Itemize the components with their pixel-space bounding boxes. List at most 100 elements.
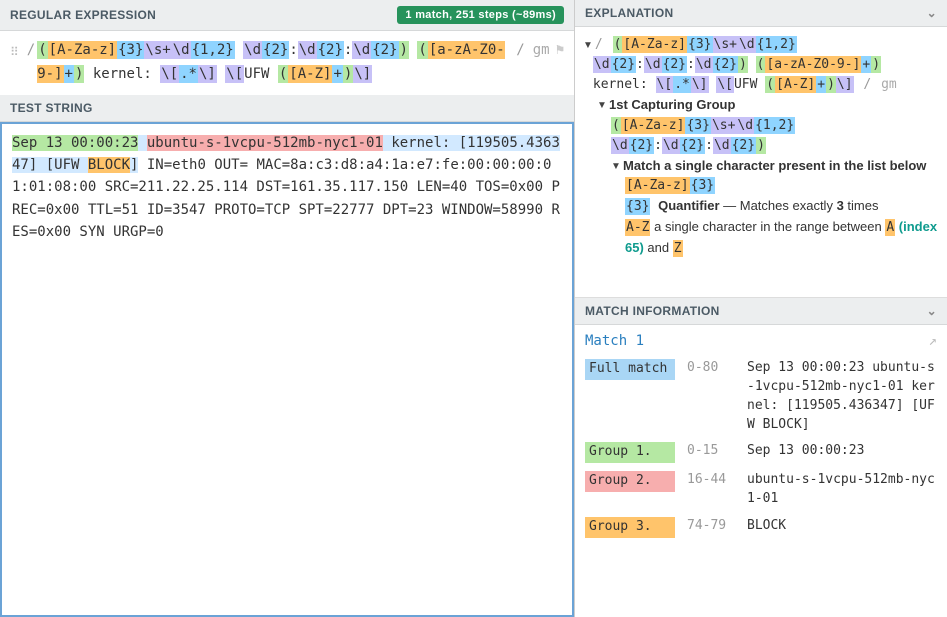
export-icon[interactable]: ↗ — [929, 333, 937, 349]
match-range: 0-80 — [687, 359, 735, 378]
right-panel: EXPLANATION ⌄ ▼ / ([A-Za-z]{3}\s+\d{1,2}… — [575, 0, 947, 617]
explanation-charclass-pattern: [A-Za-z]{3} — [583, 176, 939, 196]
regex-token: \d — [713, 137, 731, 154]
explanation-range: A-Z a single character in the range betw… — [583, 217, 939, 259]
match-value: Sep 13 00:00:23 — [747, 442, 937, 461]
regex-token: \[ — [225, 65, 244, 83]
regex-token: \d — [352, 41, 371, 59]
match-label: Full match — [585, 359, 675, 380]
caret-down-icon[interactable]: ▼ — [611, 156, 623, 175]
regex-token: \d — [298, 41, 317, 59]
regex-token: {2} — [713, 56, 738, 73]
explanation-charclass-label: Match a single character present in the … — [623, 156, 926, 176]
regex-flags-wrap[interactable]: / gm ⚑ — [514, 39, 564, 63]
regex-token: {2} — [611, 56, 636, 73]
match-range: 0-15 — [687, 442, 735, 461]
explanation-quantifier: {3} Quantifier — Matches exactly 3 times — [583, 196, 939, 217]
regex-token: \d — [243, 41, 262, 59]
regex-body[interactable]: ([A-Za-z]{3}\s+\d{1,2} \d{2}:\d{2}:\d{2}… — [37, 39, 506, 87]
match-value: ubuntu-s-1vcpu-512mb-nyc1-01 — [747, 471, 937, 509]
regex-token: {3} — [685, 117, 710, 134]
regex-token: {1,2} — [756, 36, 797, 53]
regex-token: [a-zA-Z0-9-] — [765, 56, 861, 73]
flag-icon[interactable]: ⚑ — [556, 39, 564, 63]
left-panel: REGULAR EXPRESSION 1 match, 251 steps (~… — [0, 0, 575, 617]
regex-token: {2} — [731, 137, 756, 154]
regex-token: ( — [417, 41, 427, 59]
regex-token: {2} — [680, 137, 705, 154]
regex-token: : — [687, 57, 695, 72]
regex-header-label: REGULAR EXPRESSION — [10, 8, 156, 22]
matchinfo-header[interactable]: MATCH INFORMATION ⌄ — [575, 298, 947, 325]
explanation-charclass: ▼ Match a single character present in th… — [583, 156, 939, 176]
match-label: Group 1. — [585, 442, 675, 463]
regex-token: {2} — [662, 56, 687, 73]
regex-token: ( — [613, 36, 623, 53]
match-row: Group 1. 0-15 Sep 13 00:00:23 — [585, 442, 937, 463]
regex-header: REGULAR EXPRESSION 1 match, 251 steps (~… — [0, 0, 574, 31]
match-range: 74-79 — [687, 517, 735, 536]
regex-token: ( — [756, 56, 766, 73]
explanation-root: ▼ / ([A-Za-z]{3}\s+\d{1,2} \d{2}:\d{2}:\… — [583, 35, 939, 95]
regex-token: {2} — [317, 41, 344, 59]
regex-token: \d — [644, 56, 662, 73]
regex-token: {3} — [117, 41, 144, 59]
match-row: Group 2. 16-44 ubuntu-s-1vcpu-512mb-nyc1-0… — [585, 471, 937, 509]
regex-token: + — [64, 65, 74, 83]
chevron-down-icon[interactable]: ⌄ — [927, 6, 937, 20]
caret-down-icon[interactable]: ▼ — [583, 35, 593, 54]
match-row: Full match0-80Sep 13 00:00:23 ubuntu-s-1… — [585, 359, 937, 434]
regex-token: [A-Za-z] — [48, 41, 117, 59]
regex-token: {2} — [262, 41, 289, 59]
explanation-root-pattern: / ([A-Za-z]{3}\s+\d{1,2} \d{2}:\d{2}:\d{… — [593, 35, 939, 95]
match-title-row: Match 1 ↗ — [585, 333, 937, 349]
regex-token: \s+ — [713, 36, 738, 53]
regex-token: UFW — [244, 66, 278, 82]
regex-token: \d — [593, 56, 611, 73]
regex-token: ) — [826, 76, 836, 93]
regex-token: ( — [765, 76, 775, 93]
regex-token: \] — [691, 76, 709, 93]
caret-down-icon[interactable]: ▼ — [597, 95, 609, 114]
regex-token: \] — [353, 65, 372, 83]
regex-token: \] — [836, 76, 854, 93]
match-label: Group 3. — [585, 517, 675, 538]
regex-token: {2} — [371, 41, 398, 59]
regex-token: ) — [756, 137, 766, 154]
regex-token: [A-Za-z] — [622, 36, 687, 53]
test-string-input[interactable]: Sep 13 00:00:23 ubuntu-s-1vcpu-512mb-nyc… — [0, 122, 574, 617]
regex-token: \d — [662, 137, 680, 154]
regex-input[interactable]: ⠿ / ([A-Za-z]{3}\s+\d{1,2} \d{2}:\d{2}:\… — [0, 31, 574, 95]
test-string-segment: Sep 13 00:00:23 — [12, 135, 138, 151]
explanation-group1-pattern: ([A-Za-z]{3}\s+\d{1,2} \d{2}:\d{2}:\d{2}… — [583, 116, 939, 156]
explanation-group1: ▼ 1st Capturing Group — [583, 95, 939, 115]
regex-token: ) — [343, 65, 353, 83]
chevron-down-icon[interactable]: ⌄ — [927, 304, 937, 318]
regex-token: : — [636, 57, 644, 72]
regex-token: : — [705, 138, 713, 153]
regex-token: \d — [738, 36, 756, 53]
regex-token: + — [861, 56, 871, 73]
regex-token: : — [654, 138, 662, 153]
explanation-header[interactable]: EXPLANATION ⌄ — [575, 0, 947, 27]
regex-token: \d — [736, 117, 754, 134]
regex-token: \s+ — [144, 41, 171, 59]
regex-token: [A-Z] — [775, 76, 816, 93]
regex-token: ( — [278, 65, 288, 83]
explanation-section: EXPLANATION ⌄ ▼ / ([A-Za-z]{3}\s+\d{1,2}… — [575, 0, 947, 298]
match-label: Group 2. — [585, 471, 675, 492]
regex-token: \d — [172, 41, 191, 59]
test-string-header: TEST STRING — [0, 95, 574, 122]
regex-token: .* — [179, 65, 198, 83]
regex-token — [235, 42, 243, 58]
drag-handle-icon[interactable]: ⠿ — [10, 39, 19, 62]
regex-token: \[ — [656, 76, 674, 93]
match-range: 16-44 — [687, 471, 735, 490]
test-string-segment: ubuntu-s-1vcpu-512mb-nyc1-01 — [147, 135, 383, 151]
match-row: Group 3.74-79BLOCK — [585, 517, 937, 538]
test-string-segment — [138, 135, 146, 151]
regex-flags[interactable]: gm — [533, 39, 550, 63]
regex-token: {1,2} — [754, 117, 795, 134]
regex-token: kernel: — [593, 77, 656, 92]
matchinfo-header-label: MATCH INFORMATION — [585, 304, 720, 318]
